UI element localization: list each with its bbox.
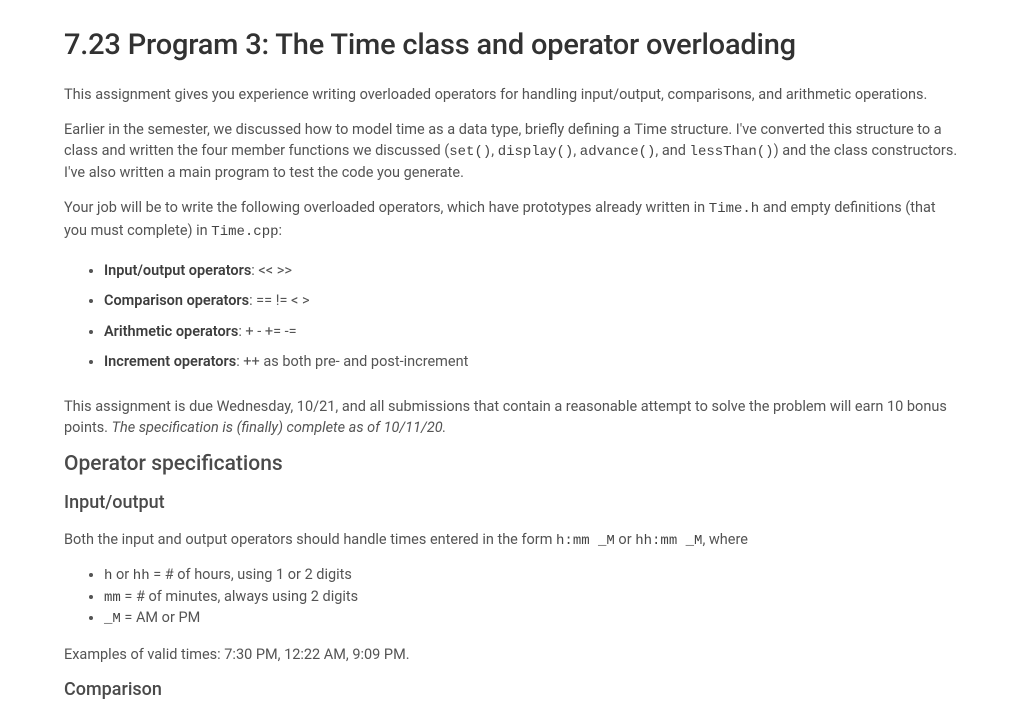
io-format-paragraph: Both the input and output operators shou…: [64, 529, 960, 551]
text: = # of minutes, always using 2 digits: [121, 588, 358, 605]
code-time-cpp: Time.cpp: [211, 224, 278, 240]
text: Your job will be to write the following …: [64, 199, 709, 216]
op-label: Comparison operators: [104, 292, 249, 309]
op-values: : + - += -=: [238, 323, 296, 340]
list-item: Arithmetic operators: + - += -=: [104, 317, 960, 347]
list-item: Input/output operators: << >>: [104, 256, 960, 286]
op-values: : == != < >: [249, 292, 309, 309]
text: Both the input and output operators shou…: [64, 531, 556, 548]
subsection-heading-io: Input/output: [64, 492, 960, 513]
op-values: : ++ as both pre- and post-increment: [236, 353, 468, 370]
op-label: Input/output operators: [104, 262, 251, 279]
text: or: [615, 531, 635, 548]
code-time-h: Time.h: [709, 201, 759, 217]
operator-list: Input/output operators: << >> Comparison…: [64, 256, 960, 378]
format-list: h or hh = # of hours, using 1 or 2 digit…: [64, 565, 960, 630]
due-paragraph: This assignment is due Wednesday, 10/21,…: [64, 396, 960, 438]
code-m: _M: [104, 611, 121, 627]
list-item: Increment operators: ++ as both pre- and…: [104, 347, 960, 377]
list-item: h or hh = # of hours, using 1 or 2 digit…: [104, 565, 960, 587]
code-display: display(): [498, 144, 574, 160]
list-item: mm = # of minutes, always using 2 digits: [104, 587, 960, 609]
list-item: Comparison operators: == != < >: [104, 286, 960, 316]
code-lessthan: lessThan(): [690, 144, 774, 160]
text: , where: [702, 531, 748, 548]
intro-paragraph-3: Your job will be to write the following …: [64, 197, 960, 242]
intro-paragraph-1: This assignment gives you experience wri…: [64, 84, 960, 105]
code-set: set(): [449, 144, 491, 160]
list-item: _M = AM or PM: [104, 608, 960, 630]
section-heading-spec: Operator specifications: [64, 452, 960, 476]
op-values: : << >>: [251, 262, 292, 279]
op-label: Increment operators: [104, 353, 236, 370]
code-mm: mm: [104, 590, 121, 606]
text: , and: [655, 142, 689, 159]
text: or: [112, 566, 132, 583]
code-format-short: h:mm _M: [556, 533, 615, 549]
spec-complete-note: The specification is (finally) complete …: [112, 419, 447, 436]
op-label: Arithmetic operators: [104, 323, 238, 340]
examples-paragraph: Examples of valid times: 7:30 PM, 12:22 …: [64, 644, 960, 665]
text: = AM or PM: [121, 609, 200, 626]
code-hh: hh: [133, 568, 150, 584]
document-page: 7.23 Program 3: The Time class and opera…: [0, 0, 1024, 700]
code-advance: advance(): [580, 144, 656, 160]
page-title: 7.23 Program 3: The Time class and opera…: [64, 28, 960, 62]
intro-paragraph-2: Earlier in the semester, we discussed ho…: [64, 119, 960, 183]
text: = # of hours, using 1 or 2 digits: [150, 566, 352, 583]
code-format-long: hh:mm _M: [635, 533, 702, 549]
subsection-heading-comparison: Comparison: [64, 679, 960, 700]
text: :: [279, 222, 283, 239]
